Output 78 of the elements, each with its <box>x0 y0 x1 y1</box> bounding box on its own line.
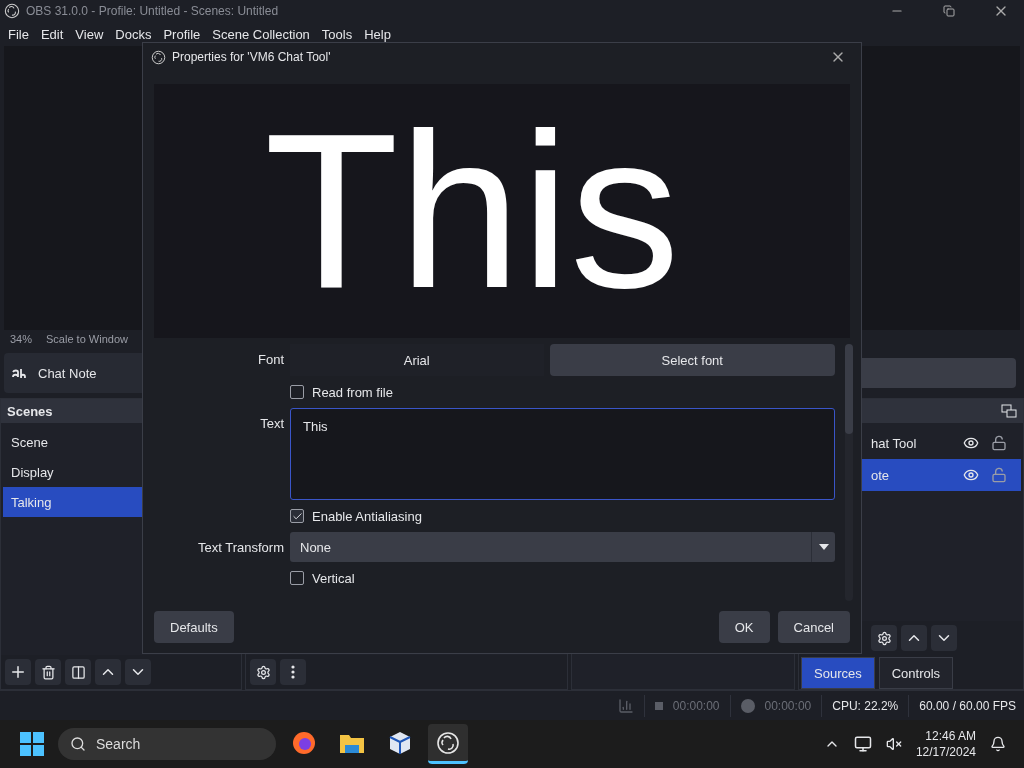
search-icon <box>70 736 86 752</box>
source-label: ote <box>871 467 891 483</box>
eye-icon[interactable] <box>963 435 979 451</box>
checkbox[interactable] <box>290 385 304 399</box>
clock[interactable]: 12:46 AM 12/17/2024 <box>915 728 976 760</box>
menu-item[interactable]: View <box>69 23 110 45</box>
move-up-button[interactable] <box>901 625 927 651</box>
windows-start-icon[interactable] <box>20 732 44 756</box>
dock-tab[interactable]: Sources <box>801 657 875 689</box>
menu-item[interactable]: Help <box>358 23 397 45</box>
float-dock-icon <box>1001 404 1017 418</box>
menu-item[interactable]: Scene Collection <box>206 23 316 45</box>
move-up-button[interactable] <box>95 659 121 685</box>
checkbox-label: Enable Antialiasing <box>312 508 422 524</box>
restore-icon <box>943 5 955 17</box>
more-button[interactable] <box>280 659 306 685</box>
dock-title: Scenes <box>7 403 53 419</box>
defaults-button[interactable]: Defaults <box>154 611 234 643</box>
gear-icon <box>876 630 892 646</box>
unlocked-icon[interactable] <box>991 435 1007 451</box>
split-panel-icon <box>70 664 86 680</box>
dock-tab[interactable]: Controls <box>878 657 954 689</box>
scale-mode: Scale to Window <box>46 333 128 345</box>
move-down-button[interactable] <box>931 625 957 651</box>
plus-icon <box>9 663 27 681</box>
obs-logo-icon <box>436 730 460 755</box>
field-label: Text <box>259 415 284 431</box>
window-title: OBS 31.0.0 - Profile: Untitled - Scenes: Untitled <box>26 4 280 18</box>
checkbox[interactable] <box>290 509 304 523</box>
stream-time: 00:00:00 <box>672 698 720 713</box>
cube-icon <box>388 730 412 755</box>
trash-icon <box>40 664 56 680</box>
browser-icon <box>292 730 316 755</box>
fps-reading: 60.00 / 60.00 FPS <box>919 698 1016 713</box>
menu-item[interactable]: Profile <box>157 23 207 45</box>
menu-item[interactable]: Tools <box>315 23 359 45</box>
cpu-usage: CPU: 22.2% <box>832 698 899 713</box>
menu-item[interactable]: Edit <box>34 23 70 45</box>
preview-text: This <box>264 101 680 321</box>
settings-button[interactable] <box>250 659 276 685</box>
select-font-button[interactable]: Select font <box>549 344 835 376</box>
text-source-icon <box>12 368 26 378</box>
unlocked-icon[interactable] <box>991 467 1007 483</box>
signal-icon <box>617 697 634 714</box>
app-logo-icon <box>4 3 20 19</box>
zoom-level: 34% <box>10 333 33 345</box>
speaker-muted-icon[interactable] <box>885 736 902 752</box>
source-label: hat Tool <box>871 435 918 451</box>
gear-icon <box>255 664 271 680</box>
settings-button[interactable] <box>871 625 897 651</box>
add-button[interactable] <box>5 659 31 685</box>
menu-item[interactable]: Docks <box>109 23 158 45</box>
delete-button[interactable] <box>35 659 61 685</box>
record-indicator-icon <box>740 698 755 713</box>
checkbox-label: Read from file <box>312 384 393 400</box>
caret-icon <box>818 544 829 550</box>
eye-icon[interactable] <box>963 467 979 483</box>
notification-icon[interactable] <box>990 736 1006 752</box>
source-name: Chat Note <box>38 365 97 381</box>
field-label: Text Transform <box>197 539 284 555</box>
text-input-field[interactable]: This <box>290 408 835 500</box>
more-dots-icon <box>291 665 295 679</box>
checkbox[interactable] <box>290 571 304 585</box>
checkbox-label: Vertical <box>312 570 355 586</box>
scrollbar[interactable] <box>845 344 853 601</box>
move-down-button[interactable] <box>125 659 151 685</box>
stream-indicator-icon <box>654 701 663 710</box>
record-time: 00:00:00 <box>764 698 812 713</box>
filters-button[interactable] <box>65 659 91 685</box>
cancel-button[interactable]: Cancel <box>777 611 850 643</box>
app-logo-icon <box>151 49 166 65</box>
taskbar-app[interactable] <box>428 724 468 764</box>
ok-button[interactable]: OK <box>718 611 770 643</box>
text-transform-dropdown[interactable]: None <box>290 532 835 562</box>
dialog-title: Properties for 'VM6 Chat Tool' <box>172 50 332 64</box>
field-label: Font <box>257 351 284 367</box>
search-field[interactable]: Search <box>58 728 276 760</box>
menu-item[interactable]: File <box>2 23 35 45</box>
